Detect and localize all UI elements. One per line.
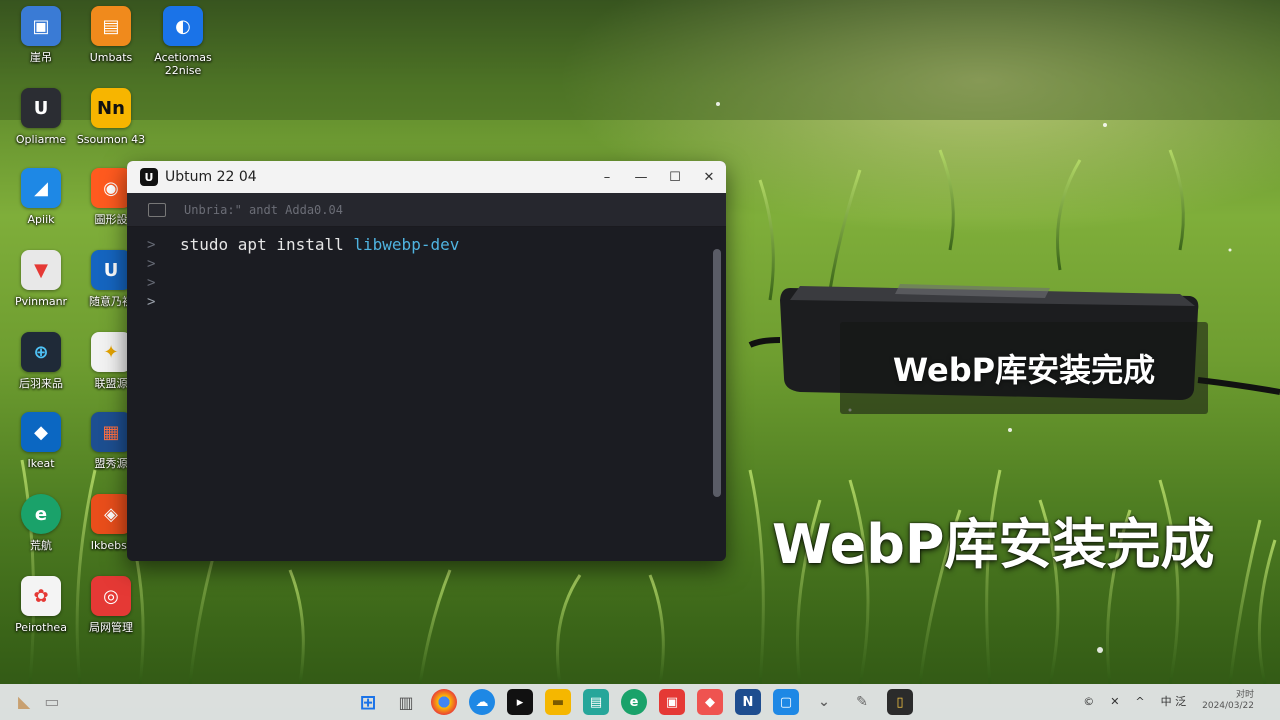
app-icon: ◎ (91, 576, 131, 616)
window-controls: – — ☐ ✕ (590, 161, 726, 193)
desktop-icon-4[interactable]: U Opliarme (6, 88, 76, 166)
prompt-chevron: > (147, 275, 156, 291)
app-icon: ✿ (21, 576, 61, 616)
widgets-icon[interactable]: ◣ (18, 692, 30, 711)
close-button[interactable]: ✕ (692, 161, 726, 193)
desktop-icon-label: Apiik (27, 213, 55, 226)
app-icon: ◆ (21, 412, 61, 452)
tray-input-method[interactable]: 中 泛 (1161, 693, 1187, 709)
tray-copilot-icon[interactable]: © (1083, 695, 1094, 708)
app-icon: ◉ (91, 168, 131, 208)
terminal-taskbar-icon[interactable]: ▸ (507, 689, 533, 715)
desktop-icon-5[interactable]: Nn Ssoumon 43 (76, 88, 146, 166)
app-chat-icon[interactable]: ▢ (773, 689, 799, 715)
window-titlebar[interactable]: U Ubtum 22 04 – — ☐ ✕ (127, 161, 726, 193)
app-dark-icon[interactable]: ▯ (887, 689, 913, 715)
app-icon: U (21, 88, 61, 128)
scrollbar-thumb[interactable] (713, 249, 721, 497)
terminal-scrollbar[interactable] (713, 231, 721, 553)
desktop-icon-label: Acetiomas 22nise (154, 51, 212, 77)
taskview-left-icon[interactable]: ▭ (44, 692, 59, 711)
app-mail-icon[interactable]: ◆ (697, 689, 723, 715)
window-title: Ubtum 22 04 (165, 169, 257, 185)
desktop-icon-label: 后羽来品 (19, 377, 63, 390)
caption-box: WebP库安装完成 (840, 322, 1208, 414)
app-icon: Nn (91, 88, 131, 128)
desktop-icon-label: Umbats (89, 51, 133, 64)
prompt-chevron: > (147, 237, 156, 253)
desktop-icon-3[interactable]: ◐ Acetiomas 22nise (148, 6, 218, 84)
taskview-icon[interactable]: ▥ (393, 689, 419, 715)
command-text: studo apt install (180, 235, 354, 254)
app-icon: ▣ (21, 6, 61, 46)
terminal-window[interactable]: U Ubtum 22 04 – — ☐ ✕ Unbria:" andt Adda… (127, 161, 726, 561)
terminal-tab-icon (148, 202, 166, 217)
desktop-icon-14[interactable]: e 荒航 (6, 494, 76, 572)
ubuntu-logo-icon: U (140, 168, 158, 186)
command-package-name: libwebp-dev (353, 235, 460, 254)
desktop-icon-label: Opliarme (15, 133, 67, 146)
desktop-icon-8[interactable]: ▼ Pvinmanr (6, 250, 76, 328)
terminal-tab-bar[interactable]: Unbria:" andt Adda0.04 (127, 193, 726, 227)
terminal-output[interactable]: > > > > studo apt install libwebp-dev (127, 227, 726, 561)
prompt-chevron: > (147, 294, 156, 310)
tray-close-icon[interactable]: ✕ (1110, 695, 1119, 708)
command-line: studo apt install libwebp-dev (180, 235, 459, 254)
taskbar: ◣ ▭ ⊞ ▥ ☁ ▸ ▬ ▤ e ▣ ◆ N ▢ ⌄ ✎ ▯ © ✕ ^ 中 … (0, 684, 1280, 720)
desktop-icon-label: Ssoumon 43 (76, 133, 146, 146)
app-icon: ◐ (163, 6, 203, 46)
app-icon: ▦ (91, 412, 131, 452)
desktop-icon-6[interactable]: ◢ Apiik (6, 168, 76, 246)
desktop-icon-label: 荒航 (30, 539, 52, 552)
desktop-icon-label: Ikeat (27, 457, 55, 470)
app-icon: ◢ (21, 168, 61, 208)
edge-icon: e (21, 494, 61, 534)
caption-box-text: WebP库安装完成 (892, 351, 1156, 389)
prompt-chevron: > (147, 256, 156, 272)
app-icon: ▤ (91, 6, 131, 46)
caption-large-text: WebP库安装完成 (772, 513, 1215, 576)
clock-date: 2024/03/22 (1202, 701, 1254, 711)
desktop-icon-1[interactable]: ▣ 崖吊 (6, 6, 76, 84)
edge-taskbar-icon[interactable]: e (621, 689, 647, 715)
taskbar-apps: ⊞ ▥ ☁ ▸ ▬ ▤ e ▣ ◆ N ▢ ⌄ ✎ ▯ (355, 689, 913, 715)
desktop-icon-12[interactable]: ◆ Ikeat (6, 412, 76, 490)
minimize-alt-button[interactable]: — (624, 161, 658, 193)
shield-icon[interactable]: ⌄ (811, 689, 837, 715)
terminal-tab-title[interactable]: Unbria:" andt Adda0.04 (184, 203, 343, 217)
tray-chevron-icon[interactable]: ^ (1135, 695, 1144, 708)
desktop-icon-label: 局网管理 (89, 621, 133, 634)
app-red-icon[interactable]: ▣ (659, 689, 685, 715)
app-icon: ◈ (91, 494, 131, 534)
app-icon: ⊕ (21, 332, 61, 372)
system-tray: © ✕ ^ 中 泛 对时 2024/03/22 (1083, 690, 1254, 712)
app-icon: ▼ (21, 250, 61, 290)
taskbar-clock[interactable]: 对时 2024/03/22 (1202, 690, 1254, 712)
desktop-icon-2[interactable]: ▤ Umbats (76, 6, 146, 84)
desktop-icon-17[interactable]: ◎ 局网管理 (76, 576, 146, 654)
weather-icon[interactable]: ☁ (469, 689, 495, 715)
desktop-icon-label: 崖吊 (30, 51, 52, 64)
app-icon: U (91, 250, 131, 290)
start-icon[interactable]: ⊞ (355, 689, 381, 715)
minimize-button[interactable]: – (590, 161, 624, 193)
pen-icon[interactable]: ✎ (849, 689, 875, 715)
folder-icon[interactable]: ▤ (583, 689, 609, 715)
file-explorer-icon[interactable]: ▬ (545, 689, 571, 715)
app-icon: ✦ (91, 332, 131, 372)
desktop-icon-label: Pvinmanr (14, 295, 68, 308)
desktop-icon-10[interactable]: ⊕ 后羽来品 (6, 332, 76, 410)
clock-time: 对时 (1235, 690, 1254, 700)
desktop-icon-label: Peirothea (15, 621, 67, 634)
desktop-icon-16[interactable]: ✿ Peirothea (6, 576, 76, 654)
chrome-icon[interactable] (431, 689, 457, 715)
maximize-button[interactable]: ☐ (658, 161, 692, 193)
taskbar-left: ◣ ▭ (18, 692, 59, 711)
app-blue-icon[interactable]: N (735, 689, 761, 715)
